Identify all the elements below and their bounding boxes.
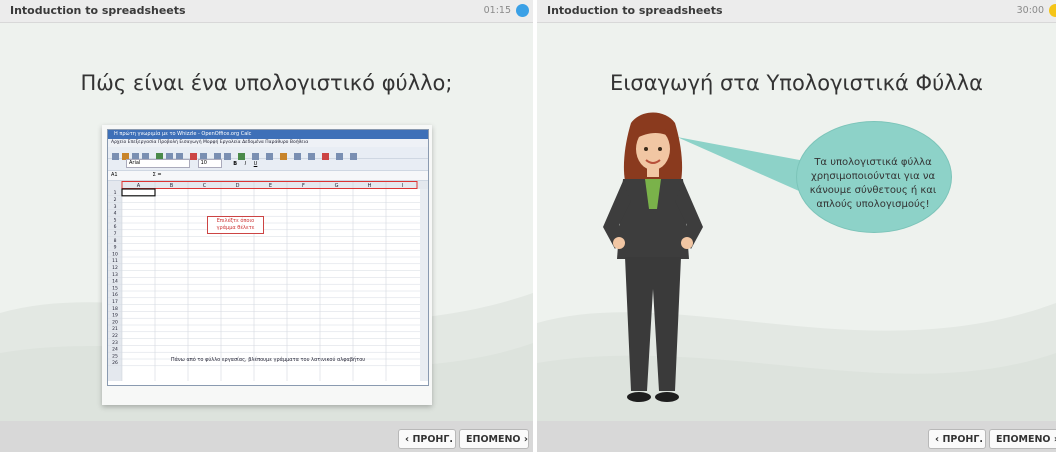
row-header: 2 xyxy=(114,197,117,203)
bold-icon: B xyxy=(233,161,237,167)
sheet-background xyxy=(108,181,428,381)
row-header: 21 xyxy=(112,326,118,332)
right-player: Intoduction to spreadsheets 30:00 Εισαγω… xyxy=(537,0,1056,452)
chevron-right-icon: › xyxy=(523,434,528,445)
row-header: 19 xyxy=(112,313,118,319)
status-dot-icon xyxy=(1049,4,1056,17)
row-header: 23 xyxy=(112,340,118,346)
calc-menubar: Αρχείο Επεξεργασία Προβολή Εισαγωγή Μορφ… xyxy=(108,139,428,147)
chevron-left-icon: ‹ xyxy=(935,434,940,445)
player-header: Intoduction to spreadsheets 30:00 xyxy=(537,0,1056,23)
next-label: ΕΠΟΜΕΝΟ xyxy=(466,434,521,445)
row-header: 6 xyxy=(114,224,117,230)
row-header: 8 xyxy=(114,238,117,244)
status-dot-icon xyxy=(516,4,529,17)
row-header: 15 xyxy=(112,285,118,291)
row-header: 9 xyxy=(114,245,117,251)
calc-titlebar: Η πρώτη γνωριμία με το Whizzle - OpenOff… xyxy=(108,130,428,139)
formula-bar: A1 Σ = xyxy=(108,171,428,181)
chevron-left-icon: ‹ xyxy=(405,434,410,445)
row-header: 10 xyxy=(112,251,118,257)
left-player: Intoduction to spreadsheets 01:15 Πώς εί… xyxy=(0,0,533,452)
presenter-character xyxy=(603,112,703,402)
row-header: 14 xyxy=(112,279,118,285)
next-button[interactable]: ΕΠΟΜΕΝΟ › xyxy=(459,429,529,449)
prev-label: ΠΡΟΗΓ. xyxy=(942,434,984,445)
sheet-scrollbar xyxy=(420,189,428,381)
speech-bubble-text: Τα υπολογιστικά φύλλα χρησιμοποιούνται γ… xyxy=(808,156,938,212)
bubble-line: κάνουμε σύνθετους ή και xyxy=(809,185,937,196)
player-footer: ‹ ΠΡΟΗΓ. ΕΠΟΜΕΝΟ › xyxy=(0,421,533,452)
row-header: 7 xyxy=(114,231,117,237)
row-header: 22 xyxy=(112,333,118,339)
course-title: Intoduction to spreadsheets xyxy=(547,4,723,17)
row-header: 4 xyxy=(114,211,117,217)
player-header: Intoduction to spreadsheets 01:15 xyxy=(0,0,533,23)
bubble-line: χρησιμοποιούνται για να xyxy=(810,171,936,182)
bubble-line: απλούς υπολογισμούς! xyxy=(816,199,930,210)
callout-line: γράμμα θέλετε xyxy=(216,225,255,231)
underline-icon: U xyxy=(253,161,258,167)
italic-icon: I xyxy=(244,161,247,167)
row-header: 24 xyxy=(112,347,118,353)
font-size-box: 10 xyxy=(197,159,222,168)
course-title: Intoduction to spreadsheets xyxy=(10,4,186,17)
next-label: ΕΠΟΜΕΝΟ xyxy=(996,434,1051,445)
spreadsheet-screenshot: Η πρώτη γνωριμία με το Whizzle - OpenOff… xyxy=(102,125,432,405)
next-button[interactable]: ΕΠΟΜΕΝΟ › xyxy=(989,429,1056,449)
row-header: 20 xyxy=(112,319,118,325)
row-header: 5 xyxy=(114,217,117,223)
row-header: 11 xyxy=(112,258,118,264)
bubble-line: Τα υπολογιστικά φύλλα xyxy=(814,157,932,168)
calc-window: Η πρώτη γνωριμία με το Whizzle - OpenOff… xyxy=(107,129,429,386)
instruction-callout: Επιλέξτε όποιο γράμμα θέλετε xyxy=(207,216,264,234)
slide-heading: Πώς είναι ένα υπολογιστικό φύλλο; xyxy=(80,71,453,95)
row-header: 12 xyxy=(112,265,118,271)
slide-canvas: Εισαγωγή στα Υπολογιστικά Φύλλα Τα υπολο… xyxy=(537,23,1056,421)
row-header: 13 xyxy=(112,272,118,278)
player-footer: ‹ ΠΡΟΗΓ. ΕΠΟΜΕΝΟ › xyxy=(537,421,1056,452)
sheet-grid: A B C D E F G H I1234567891011121314151617181920… xyxy=(108,181,428,381)
row-header: 16 xyxy=(112,292,118,298)
prev-button[interactable]: ‹ ΠΡΟΗΓ. xyxy=(928,429,986,449)
cell-reference: A1 xyxy=(111,172,118,178)
row-header: 18 xyxy=(112,306,118,312)
callout-line: Επιλέξτε όποιο xyxy=(216,218,255,224)
slide-canvas: Πώς είναι ένα υπολογιστικό φύλλο; Η πρώτ… xyxy=(0,23,533,421)
slide-timer: 30:00 xyxy=(1016,5,1044,16)
row-header: 3 xyxy=(114,204,117,210)
prev-label: ΠΡΟΗΓ. xyxy=(412,434,454,445)
prev-button[interactable]: ‹ ΠΡΟΗΓ. xyxy=(398,429,456,449)
row-header: 17 xyxy=(112,299,118,305)
spreadsheet-caption: Πάνω από το φύλλο εργασίας, βλέπουμε γρά… xyxy=(170,357,366,363)
calc-toolbar xyxy=(108,147,428,160)
slide-timer: 01:15 xyxy=(483,5,511,16)
sum-icon: Σ = xyxy=(152,172,162,178)
font-name-box: Arial xyxy=(126,159,190,168)
row-header: 1 xyxy=(114,190,117,196)
